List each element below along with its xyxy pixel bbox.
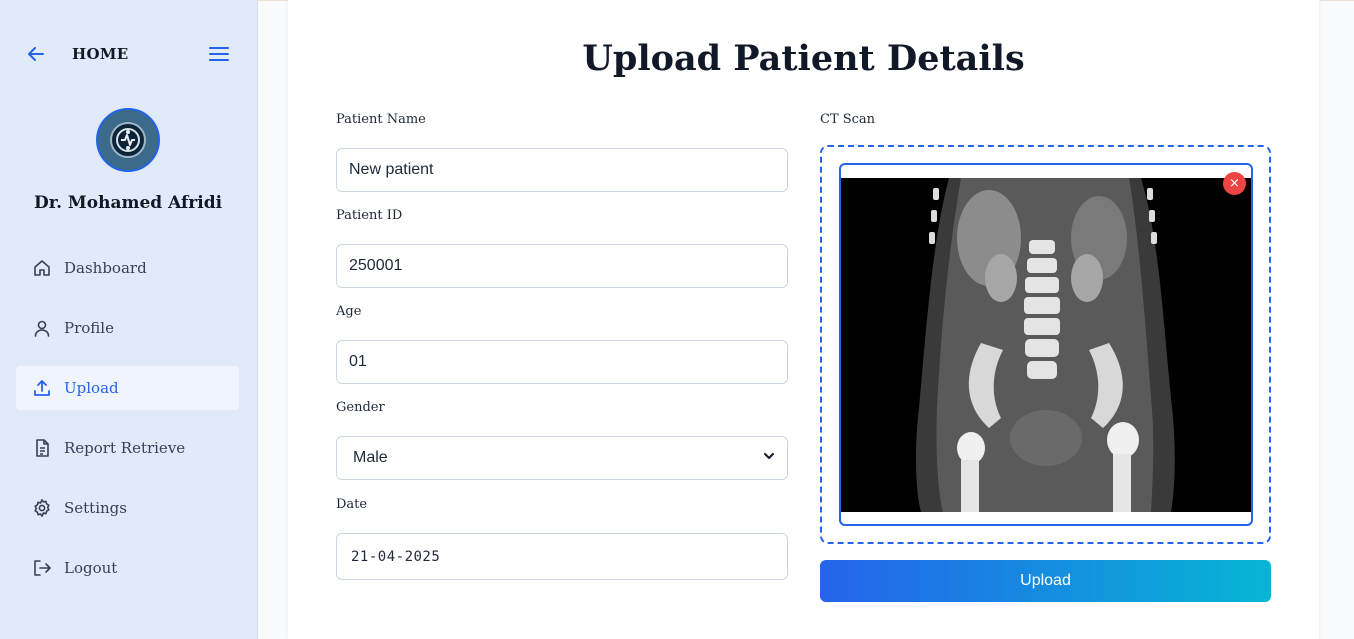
sidebar-item-label: Profile (64, 319, 114, 337)
ct-scan-label: CT Scan (820, 112, 876, 127)
file-text-icon (32, 438, 52, 458)
gender-selected-value: Male (353, 449, 388, 466)
gender-label: Gender (336, 400, 385, 415)
sidebar-item-logout[interactable]: Logout (16, 546, 239, 590)
user-icon (32, 318, 52, 338)
sidebar-item-report-retrieve[interactable]: Report Retrieve (16, 426, 239, 470)
patient-name-input[interactable]: New patient (336, 148, 788, 192)
patient-name-label: Patient Name (336, 112, 426, 127)
sidebar-item-label: Settings (64, 499, 127, 517)
ct-scan-dropzone[interactable]: × (820, 145, 1271, 544)
sidebar-item-profile[interactable]: Profile (16, 306, 239, 350)
chevron-down-icon (763, 449, 775, 467)
remove-image-button[interactable]: × (1223, 172, 1246, 195)
age-label: Age (336, 304, 362, 319)
ct-scan-preview: × (839, 163, 1253, 526)
sidebar-item-upload[interactable]: Upload (16, 366, 239, 410)
patient-id-label: Patient ID (336, 208, 403, 223)
home-icon (32, 258, 52, 278)
date-input[interactable]: 21-04-2025 (336, 533, 788, 580)
sidebar-item-settings[interactable]: Settings (16, 486, 239, 530)
age-input[interactable]: 01 (336, 340, 788, 384)
sidebar: HOME Dr. Mohamed Afridi Dashboard Profil… (0, 0, 258, 639)
page-title: Upload Patient Details (582, 38, 1025, 79)
hamburger-menu-icon[interactable] (206, 42, 232, 66)
upload-card: Upload Patient Details Patient Name New … (288, 0, 1319, 639)
sidebar-item-label: Upload (64, 379, 119, 397)
sidebar-item-dashboard[interactable]: Dashboard (16, 246, 239, 290)
patient-id-input[interactable]: 250001 (336, 244, 788, 288)
home-title: HOME (72, 45, 129, 63)
gender-select[interactable]: Male (336, 436, 788, 480)
upload-icon (32, 378, 52, 398)
ct-scan-image (841, 178, 1251, 512)
sidebar-item-label: Report Retrieve (64, 439, 186, 457)
sidebar-item-label: Logout (64, 559, 118, 577)
avatar (96, 108, 160, 172)
date-label: Date (336, 497, 368, 512)
sidebar-header: HOME (0, 38, 258, 70)
medical-logo-icon (98, 110, 158, 170)
sidebar-nav: Dashboard Profile Upload Report Retrieve… (16, 246, 239, 606)
back-arrow-icon[interactable] (24, 42, 48, 66)
upload-button[interactable]: Upload (820, 560, 1271, 602)
gear-icon (32, 498, 52, 518)
logout-icon (32, 558, 52, 578)
sidebar-item-label: Dashboard (64, 259, 147, 277)
doctor-name: Dr. Mohamed Afridi (33, 193, 223, 213)
